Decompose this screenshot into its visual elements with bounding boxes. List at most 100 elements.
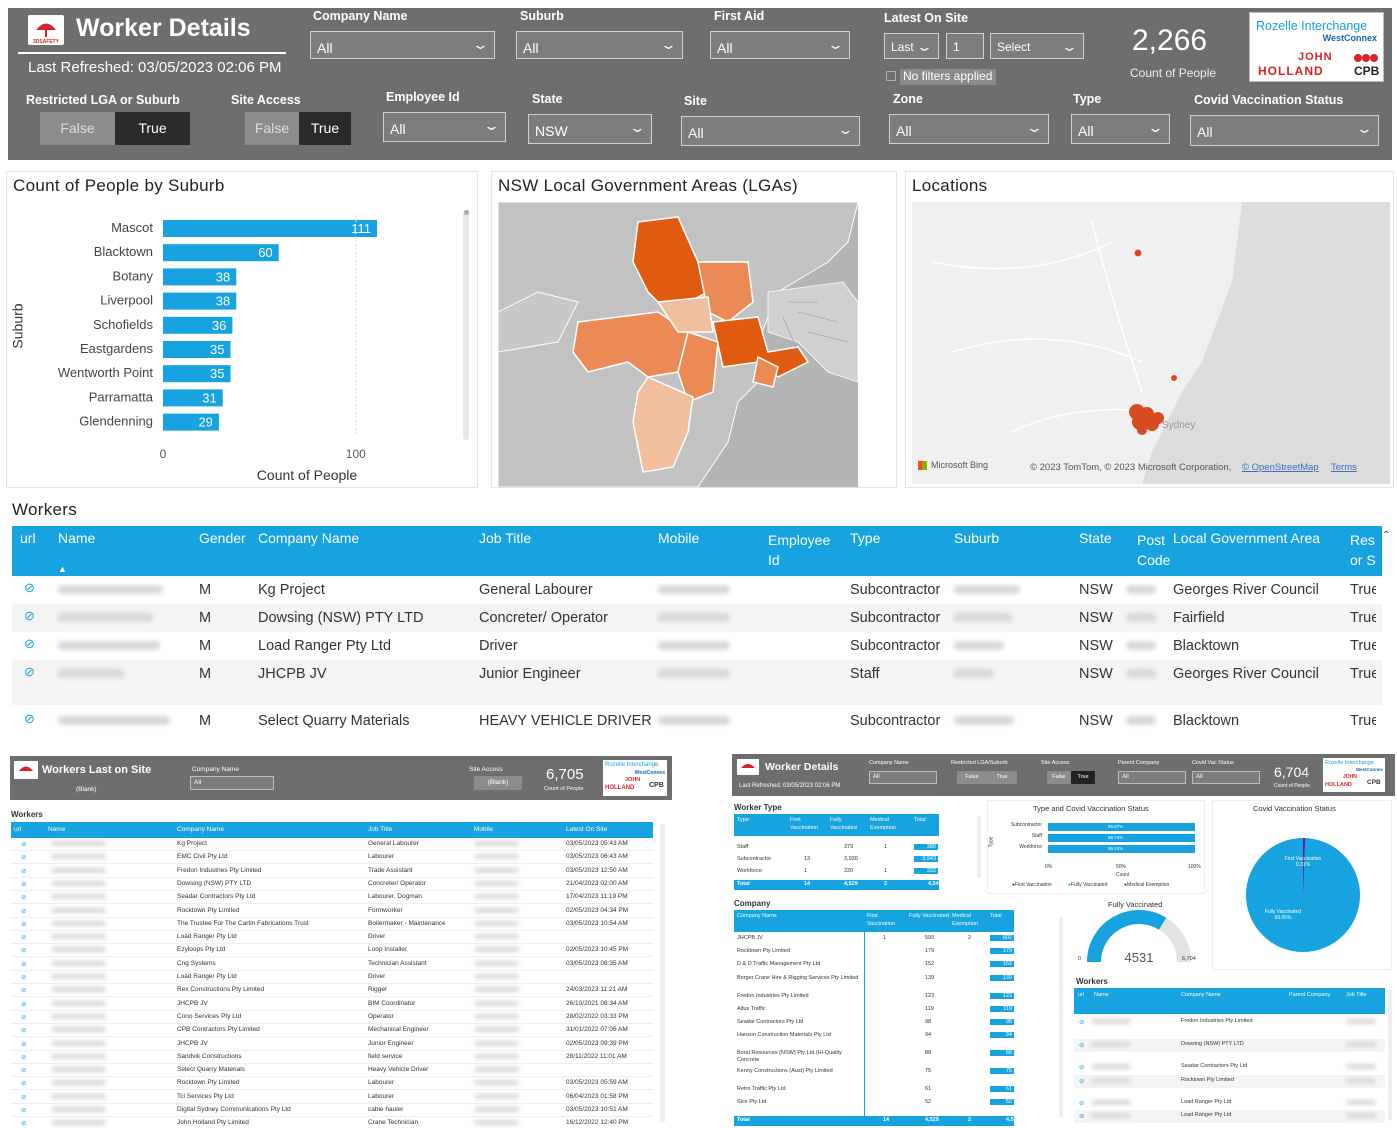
column-header[interactable]: Res or S (1350, 530, 1380, 570)
type-covid-bar[interactable]: 99.10% (1048, 845, 1195, 853)
covid-pie[interactable]: First Vaccination 0.31% Fully Vaccinated… (1213, 815, 1393, 965)
link-icon[interactable]: ⊘ (1079, 1018, 1084, 1026)
thumb-left-row[interactable]: ⊘ Kg Project General Labourer 03/05/2023 05… (11, 838, 653, 851)
column-header[interactable]: Name (58, 530, 95, 546)
link-icon[interactable]: ⊘ (21, 946, 26, 954)
thumb-left-row[interactable]: ⊘ The Trustee For The Cartin Fabrications… (11, 918, 653, 931)
sort-asc-icon[interactable]: ▲ (58, 564, 67, 574)
link-icon[interactable]: ⊘ (21, 853, 26, 861)
link-icon[interactable]: ⊘ (21, 1106, 26, 1114)
column-header[interactable]: Job Title (479, 530, 531, 546)
first-aid-filter[interactable]: All ⌄ (710, 31, 850, 59)
worker-type-column-header[interactable]: Medical Exemption (870, 816, 906, 832)
column-header[interactable]: Suburb (954, 530, 999, 546)
thumb-left-site-access-toggle[interactable]: (Blank) (474, 776, 522, 790)
thumb-right-workers-column[interactable]: Parent Company (1289, 992, 1330, 998)
link-icon[interactable]: ⊘ (21, 1026, 26, 1034)
thumb-left-row[interactable]: ⊘ Rocktown Pty Limited Labourer 03/05/2023 … (11, 1077, 653, 1091)
thumb-right-workers-column[interactable]: url (1078, 992, 1084, 998)
thumb-right-filter-select[interactable]: All (1118, 771, 1186, 784)
thumb-right-site-false[interactable]: False (1047, 771, 1071, 784)
type-filter[interactable]: All ⌄ (1071, 114, 1170, 144)
locations-map[interactable]: Sydney (912, 202, 1390, 484)
thumb-left-row[interactable]: ⊘ Cono Services Pty Ltd Operator 28/02/2022… (11, 1011, 653, 1024)
company-column-header[interactable]: Fully Vaccinated (909, 912, 949, 920)
thumb-left-company-filter[interactable]: All (190, 776, 274, 790)
link-icon[interactable]: ⊘ (24, 636, 35, 652)
state-filter[interactable]: NSW ⌄ (528, 114, 652, 144)
site-access-false-toggle[interactable]: False (245, 112, 299, 145)
link-icon[interactable]: ⊘ (21, 1119, 26, 1127)
gauge-chart[interactable]: 4531 (1080, 910, 1198, 970)
latest-count-input[interactable]: 1 (946, 33, 984, 59)
worker-type-column-header[interactable]: Type (737, 816, 773, 824)
thumb-left-row[interactable]: ⊘ Dowsing (NSW) PTY LTD Concreter/ Operato… (11, 878, 653, 891)
thumb-left-row[interactable]: ⊘ Load Ranger Pty Ltd Driver (11, 931, 653, 945)
link-icon[interactable]: ⊘ (21, 920, 26, 928)
thumb-left-row[interactable]: ⊘ Rex Constructions Pty Limited Rigger 24/0… (11, 984, 653, 998)
link-icon[interactable]: ⊘ (24, 608, 35, 624)
thumb-left-row[interactable]: ⊘ JHCPB JV Junior Engineer 02/05/2023 09:39… (11, 1038, 653, 1051)
thumb-left-row[interactable]: ⊘ EMC Civil Pty Ltd Labourer 03/05/2023 06:… (11, 851, 653, 865)
thumb-left-scrollbar[interactable] (660, 824, 665, 1122)
no-filters-checkbox[interactable] (886, 71, 896, 81)
suburb-filter[interactable]: All ⌄ (516, 31, 683, 59)
link-icon[interactable]: ⊘ (21, 1093, 26, 1101)
site-filter[interactable]: All ⌄ (681, 116, 860, 146)
thumb-right-filter-select[interactable]: All (1192, 771, 1260, 784)
company-column-header[interactable]: Company Name (737, 912, 777, 920)
link-icon[interactable]: ⊘ (1079, 1077, 1084, 1085)
thumb-left-row[interactable]: ⊘ John Holland Pty Limited Crane Technicia… (11, 1117, 653, 1128)
chart-scrollbar[interactable] (463, 210, 469, 440)
thumb-left-row[interactable]: ⊘ Sandvik Constructions field service 28/11… (11, 1051, 653, 1064)
latest-unit-select[interactable]: Select ⌄ (990, 33, 1084, 59)
column-header[interactable]: Gender (199, 530, 246, 546)
link-icon[interactable]: ⊘ (21, 1040, 26, 1048)
company-column-header[interactable]: Medical Exemption (952, 912, 992, 928)
thumb-left-row[interactable]: ⊘ Tcl Services Pty Ltd Labourer 06/04/2023 … (11, 1091, 653, 1104)
column-header[interactable]: State (1079, 530, 1112, 546)
link-icon[interactable]: ⊘ (24, 664, 35, 680)
column-header[interactable]: Local Government Area (1173, 530, 1320, 546)
column-header[interactable]: Employee Id (768, 530, 833, 570)
thumb-left-row[interactable]: ⊘ CPB Contractors Pty Limited Mechanical E… (11, 1024, 653, 1038)
type-covid-bar[interactable]: 99.74% (1048, 834, 1195, 842)
link-icon[interactable]: ⊘ (21, 973, 26, 981)
terms-link[interactable]: Terms (1331, 462, 1357, 473)
link-icon[interactable]: ⊘ (21, 986, 26, 994)
thumb-left-row[interactable]: ⊘ Rocktown Pty Limited Formworker 02/05/202… (11, 905, 653, 918)
link-icon[interactable]: ⊘ (21, 1013, 26, 1021)
link-icon[interactable]: ⊘ (21, 933, 26, 941)
thumb-right-restricted-true[interactable]: True (987, 771, 1017, 784)
link-icon[interactable]: ⊘ (24, 580, 35, 596)
thumb-right-workers-column[interactable]: Job Title (1346, 992, 1366, 998)
restricted-true-toggle[interactable]: True (115, 112, 190, 145)
column-header[interactable]: Company Name (258, 530, 359, 546)
link-icon[interactable]: ⊘ (21, 840, 26, 848)
location-pin[interactable] (1133, 248, 1143, 258)
bar[interactable] (163, 220, 377, 237)
lga-map[interactable] (498, 202, 858, 487)
thumb-left-row[interactable]: ⊘ Ezyloops Pty Ltd Loop Installer 02/05/202… (11, 944, 653, 958)
link-icon[interactable]: ⊘ (21, 893, 26, 901)
thumb-right-workers-column[interactable]: Company Name (1181, 992, 1221, 998)
company-filter[interactable]: All ⌄ (310, 31, 495, 59)
link-icon[interactable]: ⊘ (21, 1066, 26, 1074)
link-icon[interactable]: ⊘ (21, 960, 26, 968)
employee-id-filter[interactable]: All ⌄ (383, 112, 506, 142)
thumb-right-filter-select[interactable]: All (869, 771, 937, 784)
thumb-left-row[interactable]: ⊘ Select Quarry Materials Heavy Vehicle Dr… (11, 1064, 653, 1078)
thumb-left-row[interactable]: ⊘ Fredon Industries Pty Limited Trade Assi… (11, 865, 653, 878)
thumb-left-row[interactable]: ⊘ JHCPB JV BIM Coordinator 26/10/2021 08:34… (11, 998, 653, 1011)
column-header[interactable]: Mobile (658, 530, 699, 546)
link-icon[interactable]: ⊘ (21, 867, 26, 875)
thumb-left-row[interactable]: ⊘ Seadar Contractors Pty Ltd Labourer, Dog… (11, 891, 653, 905)
column-header[interactable]: Type (850, 530, 880, 546)
thumb-left-column-header[interactable]: Company Name (177, 826, 224, 833)
thumb-right-workers-scrollbar[interactable] (1388, 990, 1392, 1120)
link-icon[interactable]: ⊘ (21, 880, 26, 888)
link-icon[interactable]: ⊘ (1079, 1063, 1084, 1071)
link-icon[interactable]: ⊘ (24, 711, 35, 727)
link-icon[interactable]: ⊘ (21, 1000, 26, 1008)
thumb-right-site-true[interactable]: True (1071, 771, 1095, 784)
